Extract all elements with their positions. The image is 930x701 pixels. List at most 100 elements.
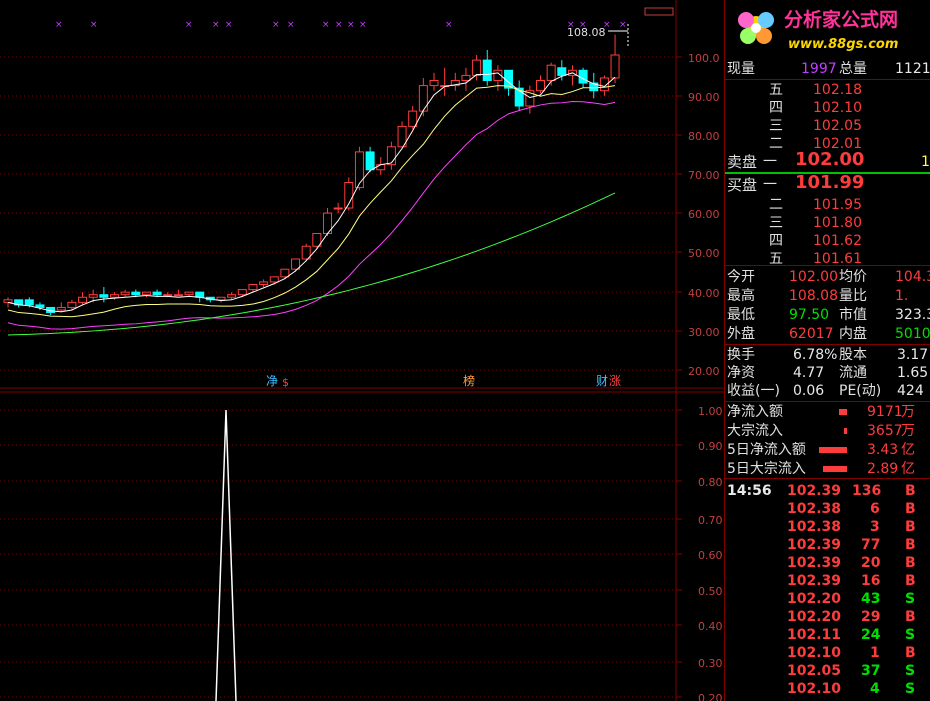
total-volume-label: 总量 [839, 61, 867, 77]
bid-level: 三 [769, 215, 783, 231]
candle-body [78, 296, 88, 303]
tick-volume: 4 [870, 681, 880, 697]
logo-title: 分析家公式网 [784, 8, 898, 31]
candle-body [35, 304, 45, 308]
tick-price: 102.39 [787, 537, 842, 553]
candle-body [610, 54, 620, 79]
candle-body [418, 85, 428, 112]
price-axis-label: 30.00 [688, 326, 720, 339]
stat-label: 市值 [839, 307, 867, 323]
candle-body [141, 291, 151, 296]
bid-row: 买盘一 101.99 [725, 172, 930, 195]
tick-price: 102.20 [787, 591, 842, 607]
tick-side: B [905, 573, 916, 589]
current-volume-value: 1997 [801, 61, 837, 77]
tick-side: S [905, 663, 916, 679]
tick-price: 102.38 [787, 501, 842, 517]
finance-value: 3.17 [897, 347, 929, 363]
tick-row: 102.39 20 B [725, 554, 930, 572]
ma10-line [7, 85, 616, 318]
indicator-axis-label: 1.00 [698, 405, 723, 418]
tick-row: 102.38 3 B [725, 518, 930, 536]
capital-flow-unit: 亿 [901, 442, 915, 458]
indicator-axis-label: 0.70 [698, 514, 723, 527]
ask-row: 卖盘一 102.00 15 [725, 149, 930, 172]
bid-price: 101.99 [795, 172, 865, 193]
stat-label: 内盘 [839, 326, 867, 342]
site-logo: 分析家公式网 www.88gs.com [724, 0, 930, 60]
tick-volume: 77 [861, 537, 881, 553]
stat-row: 今开 102.00均价 104.3 [725, 268, 930, 286]
finance-value: 1.65 [897, 365, 929, 381]
stat-label: 量比 [839, 288, 867, 304]
quote-volume-row: 现量 1997总量 11218 [725, 60, 930, 78]
stat-value: 62017 [789, 326, 834, 342]
bid-price: 101.80 [813, 215, 862, 231]
candle-body [195, 291, 205, 298]
indicator-axis-label: 0.90 [698, 440, 723, 453]
tick-price: 102.39 [787, 555, 842, 571]
capital-flow-bar [823, 466, 847, 472]
candle-body [163, 294, 173, 297]
capital-flow-row: 5日大宗流入 2.89 亿 [725, 460, 930, 478]
candle-body [429, 80, 439, 87]
event-label: 涨 [609, 373, 621, 388]
tick-volume: 20 [861, 555, 881, 571]
candle-body [173, 294, 183, 297]
capital-flow-bar [839, 409, 847, 415]
price-axis-label: 20.00 [688, 365, 720, 378]
candle-body [184, 291, 194, 296]
tick-price: 102.39 [787, 573, 842, 589]
ask-row: 五 102.18 [725, 81, 930, 99]
stat-row: 外盘 62017 内盘 5010 [725, 325, 930, 343]
event-label: 净 [266, 374, 278, 388]
total-volume-value: 11218 [895, 61, 930, 77]
candle-body [227, 294, 237, 298]
kline-chart-area[interactable]: 100.0 90.00 80.00 70.00 60.00 50.00 40.00 30.00… [0, 0, 724, 701]
current-volume-label: 现量 [727, 61, 755, 77]
candle-body [24, 299, 34, 306]
capital-flow-value: 3.43 [867, 442, 899, 458]
tick-volume: 16 [861, 573, 881, 589]
signal-marker: × [185, 20, 193, 30]
tick-volume: 43 [861, 591, 881, 607]
candle-body [237, 289, 247, 296]
candle-body [557, 67, 567, 76]
candle-body [354, 151, 364, 189]
quote-panel: 现量 1997总量 11218 五 102.18 四 102.10 三 102.05 二 102.0… [724, 0, 930, 701]
finance-label: 流通 [839, 365, 867, 381]
tick-side: B [905, 519, 916, 535]
tick-row: 102.10 1 B [725, 644, 930, 662]
tick-time: 14:56 [727, 483, 772, 499]
capital-flow-value: 9171 [867, 404, 903, 420]
ask-level: 三 [769, 118, 783, 134]
tick-row: 102.10 4 S [725, 680, 930, 698]
capital-flow-label: 5日净流入额 [727, 442, 806, 458]
capital-flow-unit: 万 [901, 404, 915, 420]
capital-flow-unit: 亿 [901, 461, 915, 477]
panel-divider [725, 79, 930, 80]
stat-value: 5010 [895, 326, 930, 342]
window-control [644, 7, 674, 16]
indicator-axis-label: 0.50 [698, 585, 723, 598]
signal-marker: × [272, 20, 280, 30]
event-label: $ [282, 376, 289, 389]
signal-marker: × [287, 20, 295, 30]
bid-side-label: 买盘 [727, 176, 758, 194]
stat-row: 最低 97.50 市值 323.3 [725, 306, 930, 324]
tick-side: B [905, 537, 916, 553]
tick-price: 102.39 [787, 483, 842, 499]
finance-label: 收益(一) [727, 383, 780, 399]
finance-label: 股本 [839, 347, 867, 363]
ask-price: 102.00 [795, 149, 865, 170]
kline-chart[interactable]: 100.0 90.00 80.00 70.00 60.00 50.00 40.00 30.00… [0, 0, 724, 701]
signal-marker: × [225, 20, 233, 30]
signal-marker: × [90, 20, 98, 30]
ask-row: 三 102.05 [725, 117, 930, 135]
stat-value: 104.3 [895, 269, 930, 285]
indicator-spike [215, 409, 237, 701]
tick-row: 102.20 29 B [725, 608, 930, 626]
panel-divider [725, 401, 930, 402]
panel-divider [725, 265, 930, 266]
capital-flow-bar [819, 447, 847, 453]
